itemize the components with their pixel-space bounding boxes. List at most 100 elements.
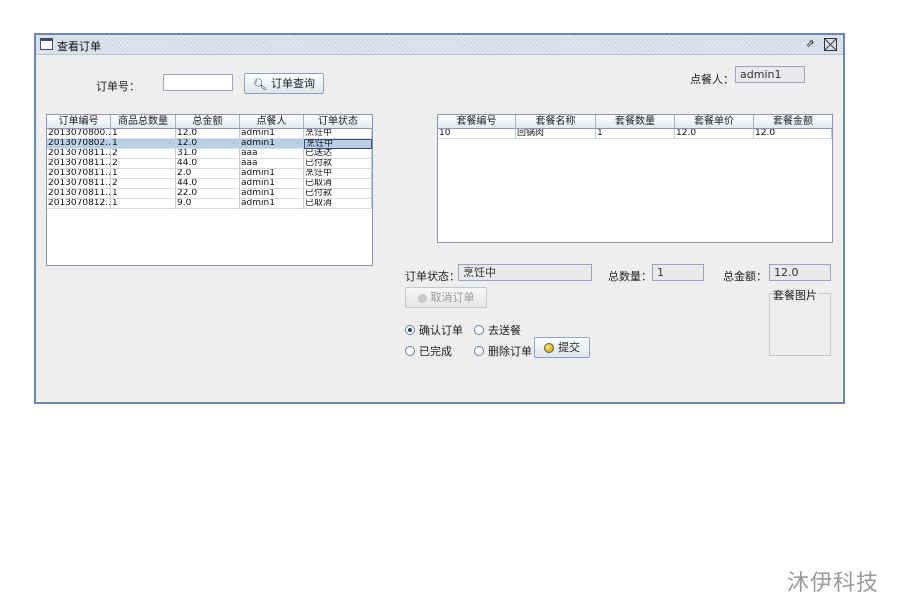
diner-label: 点餐人： xyxy=(690,73,734,86)
orders-table-cell[interactable]: 1 xyxy=(111,139,176,149)
orders-table-cell[interactable]: 2 xyxy=(111,179,176,189)
amount-label: 总金额： xyxy=(723,270,767,283)
details-col-qty[interactable]: 套餐数量 xyxy=(596,115,675,128)
orders-col-status[interactable]: 订单状态 xyxy=(304,115,372,128)
amount-field: 12.0 xyxy=(769,264,831,281)
orders-table-row[interactable]: 2013070802... 1 12.0 admin1 烹饪中 xyxy=(47,139,372,149)
orders-table-cell[interactable]: aaa xyxy=(240,149,304,159)
details-col-amount[interactable]: 套餐金额 xyxy=(754,115,832,128)
window-icon xyxy=(40,38,53,50)
orders-col-diner[interactable]: 点餐人 xyxy=(240,115,304,128)
quantity-field: 1 xyxy=(652,264,704,281)
details-table-row[interactable]: 10 回锅肉 1 12.0 12.0 xyxy=(438,129,832,139)
orders-table-row[interactable]: 2013070811... 1 22.0 admin1 已付款 xyxy=(47,189,372,199)
cancel-icon xyxy=(417,293,427,303)
details-table-cell[interactable]: 12.0 xyxy=(675,129,754,139)
orders-table-cell[interactable]: 22.0 xyxy=(176,189,240,199)
details-col-id[interactable]: 套餐编号 xyxy=(438,115,516,128)
orders-table-cell[interactable]: 烹饪中 xyxy=(304,139,372,149)
order-query-button[interactable]: 🔍︎ 订单查询 xyxy=(244,73,324,94)
search-icon: 🔍︎ xyxy=(253,77,267,91)
orders-table-row[interactable]: 2013070811... 2 31.0 aaa 已送达 xyxy=(47,149,372,159)
orders-table-cell[interactable]: aaa xyxy=(240,159,304,169)
orders-col-qty[interactable]: 商品总数量 xyxy=(111,115,176,128)
radio-deliver-label: 去送餐 xyxy=(488,324,521,337)
orders-table-cell[interactable]: 2013070811... xyxy=(47,159,111,169)
radio-delete-dot xyxy=(474,346,484,356)
orders-table-cell[interactable]: admin1 xyxy=(240,179,304,189)
radio-deliver[interactable]: 去送餐 xyxy=(474,322,521,338)
orders-table-cell[interactable]: 已付款 xyxy=(304,159,372,169)
orders-table-cell[interactable]: 31.0 xyxy=(176,149,240,159)
image-box: 套餐图片 xyxy=(769,287,831,356)
submit-button[interactable]: 提交 xyxy=(534,337,590,358)
details-col-name[interactable]: 套餐名称 xyxy=(516,115,596,128)
submit-label: 提交 xyxy=(558,341,580,354)
orders-table-cell[interactable]: 1 xyxy=(111,189,176,199)
details-table-cell[interactable]: 12.0 xyxy=(754,129,832,139)
orders-table-row[interactable]: 2013070811... 2 44.0 aaa 已付款 xyxy=(47,159,372,169)
orders-table-cell[interactable]: 2013070811... xyxy=(47,189,111,199)
cancel-order-label: 取消订单 xyxy=(430,291,475,304)
orders-table-row[interactable]: 2013070811... 1 2.0 admin1 烹饪中 xyxy=(47,169,372,179)
orders-table-cell[interactable]: admin1 xyxy=(240,169,304,179)
close-icon[interactable] xyxy=(824,38,837,51)
orders-col-total[interactable]: 总金额 xyxy=(176,115,240,128)
orders-table-cell[interactable]: 烹饪中 xyxy=(304,129,372,139)
orders-table-cell[interactable]: 9.0 xyxy=(176,199,240,209)
orders-table-cell[interactable]: 44.0 xyxy=(176,179,240,189)
details-table-cell[interactable]: 10 xyxy=(438,129,516,139)
orders-table-cell[interactable]: admin1 xyxy=(240,129,304,139)
orders-table-cell[interactable]: admin1 xyxy=(240,189,304,199)
radio-deliver-dot xyxy=(474,325,484,335)
details-col-price[interactable]: 套餐单价 xyxy=(675,115,754,128)
order-query-label: 订单查询 xyxy=(270,77,315,90)
details-table-cell[interactable]: 回锅肉 xyxy=(516,129,596,139)
orders-table-row[interactable]: 2013070812... 1 9.0 admin1 已取消 xyxy=(47,199,372,209)
orders-table-cell[interactable]: 烹饪中 xyxy=(304,169,372,179)
orders-table-cell[interactable]: 2 xyxy=(111,159,176,169)
orders-table-cell[interactable]: 1 xyxy=(111,129,176,139)
orders-table-body: 2013070800... 1 12.0 admin1 烹饪中 2013070802...… xyxy=(47,129,372,209)
status-field: 烹饪中 xyxy=(458,264,592,281)
orders-table-cell[interactable]: 1 xyxy=(111,169,176,179)
orders-table-cell[interactable]: 已送达 xyxy=(304,149,372,159)
orders-table-row[interactable]: 2013070800... 1 12.0 admin1 烹饪中 xyxy=(47,129,372,139)
order-number-input[interactable] xyxy=(163,74,233,91)
orders-table-header: 订单编号 商品总数量 总金额 点餐人 订单状态 xyxy=(47,115,372,129)
orders-table-cell[interactable]: 12.0 xyxy=(176,139,240,149)
orders-table-cell[interactable]: admin1 xyxy=(240,139,304,149)
radio-complete[interactable]: 已完成 xyxy=(405,343,452,359)
submit-icon xyxy=(544,343,554,353)
details-table[interactable]: 套餐编号 套餐名称 套餐数量 套餐单价 套餐金额 10 回锅肉 1 12.0 12.0 xyxy=(437,114,833,243)
details-table-cell[interactable]: 1 xyxy=(596,129,675,139)
orders-table-cell[interactable]: 2013070800... xyxy=(47,129,111,139)
orders-table-cell[interactable]: 2013070802... xyxy=(47,139,111,149)
details-table-header: 套餐编号 套餐名称 套餐数量 套餐单价 套餐金额 xyxy=(438,115,832,129)
orders-col-id[interactable]: 订单编号 xyxy=(47,115,111,128)
orders-table-cell[interactable]: 44.0 xyxy=(176,159,240,169)
orders-table-cell[interactable]: admin1 xyxy=(240,199,304,209)
restore-icon[interactable]: ⇗ xyxy=(803,37,817,51)
orders-table-cell[interactable]: 已付款 xyxy=(304,189,372,199)
radio-confirm[interactable]: 确认订单 xyxy=(405,322,463,338)
orders-table[interactable]: 订单编号 商品总数量 总金额 点餐人 订单状态 2013070800... 1 12… xyxy=(46,114,373,266)
orders-table-cell[interactable]: 1 xyxy=(111,199,176,209)
order-number-label: 订单号： xyxy=(96,80,140,93)
cancel-order-button[interactable]: 取消订单 xyxy=(405,287,487,308)
orders-table-cell[interactable]: 2.0 xyxy=(176,169,240,179)
radio-delete[interactable]: 删除订单 xyxy=(474,343,532,359)
orders-table-cell[interactable]: 2 xyxy=(111,149,176,159)
orders-table-cell[interactable]: 2013070811... xyxy=(47,169,111,179)
order-window: 查看订单 ⇗ 订单号： 🔍︎ 订单查询 点餐人： admin1 订单编号 商品总数… xyxy=(34,33,845,404)
details-table-body: 10 回锅肉 1 12.0 12.0 xyxy=(438,129,832,139)
title-bar: 查看订单 ⇗ xyxy=(36,35,843,55)
orders-table-row[interactable]: 2013070811... 2 44.0 admin1 已取消 xyxy=(47,179,372,189)
orders-table-cell[interactable]: 已取消 xyxy=(304,179,372,189)
orders-table-cell[interactable]: 已取消 xyxy=(304,199,372,209)
orders-table-cell[interactable]: 12.0 xyxy=(176,129,240,139)
status-label: 订单状态： xyxy=(405,270,460,283)
orders-table-cell[interactable]: 2013070812... xyxy=(47,199,111,209)
orders-table-cell[interactable]: 2013070811... xyxy=(47,179,111,189)
orders-table-cell[interactable]: 2013070811... xyxy=(47,149,111,159)
